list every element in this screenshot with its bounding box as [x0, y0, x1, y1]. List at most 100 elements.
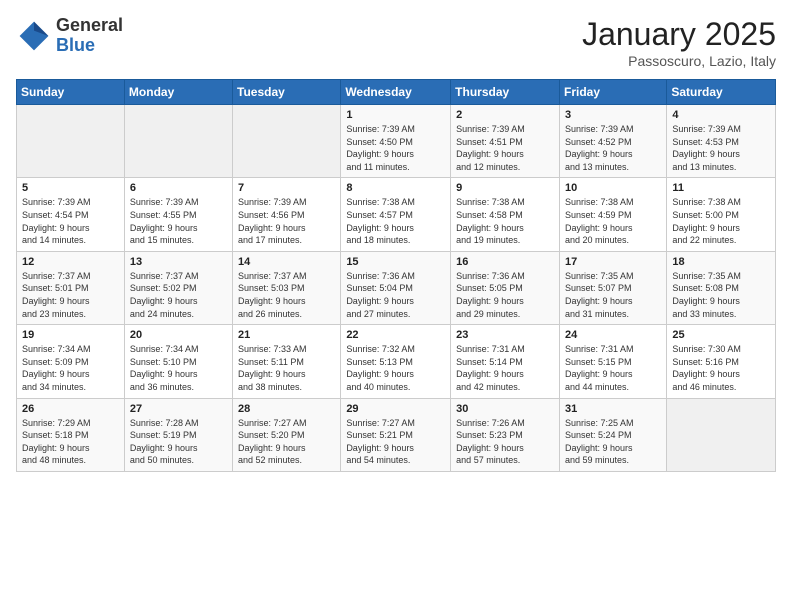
- day-number: 27: [130, 403, 227, 415]
- day-info: Sunrise: 7:38 AMSunset: 4:58 PMDaylight:…: [456, 196, 554, 246]
- table-row: 28 Sunrise: 7:27 AMSunset: 5:20 PMDayligh…: [233, 398, 341, 471]
- day-info: Sunrise: 7:34 AMSunset: 5:10 PMDaylight:…: [130, 343, 227, 393]
- day-info: Sunrise: 7:35 AMSunset: 5:07 PMDaylight:…: [565, 270, 661, 320]
- day-number: 7: [238, 182, 335, 194]
- day-info: Sunrise: 7:38 AMSunset: 4:59 PMDaylight:…: [565, 196, 661, 246]
- day-number: 14: [238, 256, 335, 268]
- table-row: 7 Sunrise: 7:39 AMSunset: 4:56 PMDaylight…: [233, 178, 341, 251]
- day-info: Sunrise: 7:39 AMSunset: 4:53 PMDaylight:…: [672, 123, 770, 173]
- table-row: 2 Sunrise: 7:39 AMSunset: 4:51 PMDaylight…: [451, 105, 560, 178]
- day-info: Sunrise: 7:35 AMSunset: 5:08 PMDaylight:…: [672, 270, 770, 320]
- day-number: 12: [22, 256, 119, 268]
- day-info: Sunrise: 7:39 AMSunset: 4:55 PMDaylight:…: [130, 196, 227, 246]
- calendar-subtitle: Passoscuro, Lazio, Italy: [582, 53, 776, 69]
- day-number: 28: [238, 403, 335, 415]
- table-row: 18 Sunrise: 7:35 AMSunset: 5:08 PMDayligh…: [667, 251, 776, 324]
- day-number: 1: [346, 109, 445, 121]
- day-info: Sunrise: 7:39 AMSunset: 4:52 PMDaylight:…: [565, 123, 661, 173]
- header-tuesday: Tuesday: [233, 80, 341, 105]
- day-number: 15: [346, 256, 445, 268]
- calendar-week-row: 12Sunrise: 7:37 AMSunset: 5:01 PMDayligh…: [17, 251, 776, 324]
- table-row: 5 Sunrise: 7:39 AMSunset: 4:54 PMDaylight…: [17, 178, 125, 251]
- day-number: 2: [456, 109, 554, 121]
- table-row: 24 Sunrise: 7:31 AMSunset: 5:15 PMDayligh…: [559, 325, 666, 398]
- day-info: Sunrise: 7:30 AMSunset: 5:16 PMDaylight:…: [672, 343, 770, 393]
- table-row: 10 Sunrise: 7:38 AMSunset: 4:59 PMDayligh…: [559, 178, 666, 251]
- day-number: 9: [456, 182, 554, 194]
- day-info: Sunrise: 7:39 AMSunset: 4:56 PMDaylight:…: [238, 196, 335, 246]
- table-row: 3 Sunrise: 7:39 AMSunset: 4:52 PMDaylight…: [559, 105, 666, 178]
- table-row: 20Sunrise: 7:34 AMSunset: 5:10 PMDayligh…: [124, 325, 232, 398]
- day-info: Sunrise: 7:37 AMSunset: 5:03 PMDaylight:…: [238, 270, 335, 320]
- day-info: Sunrise: 7:36 AMSunset: 5:05 PMDaylight:…: [456, 270, 554, 320]
- table-row: 4 Sunrise: 7:39 AMSunset: 4:53 PMDaylight…: [667, 105, 776, 178]
- table-row: 16 Sunrise: 7:36 AMSunset: 5:05 PMDayligh…: [451, 251, 560, 324]
- day-info: Sunrise: 7:39 AMSunset: 4:51 PMDaylight:…: [456, 123, 554, 173]
- day-info: Sunrise: 7:32 AMSunset: 5:13 PMDaylight:…: [346, 343, 445, 393]
- logo: General Blue: [16, 16, 123, 56]
- header-sunday: Sunday: [17, 80, 125, 105]
- table-row: 17 Sunrise: 7:35 AMSunset: 5:07 PMDayligh…: [559, 251, 666, 324]
- day-info: Sunrise: 7:37 AMSunset: 5:02 PMDaylight:…: [130, 270, 227, 320]
- table-row: 15 Sunrise: 7:36 AMSunset: 5:04 PMDayligh…: [341, 251, 451, 324]
- day-info: Sunrise: 7:27 AMSunset: 5:20 PMDaylight:…: [238, 417, 335, 467]
- header-monday: Monday: [124, 80, 232, 105]
- table-row: 14 Sunrise: 7:37 AMSunset: 5:03 PMDayligh…: [233, 251, 341, 324]
- table-row: 21Sunrise: 7:33 AMSunset: 5:11 PMDayligh…: [233, 325, 341, 398]
- day-number: 19: [22, 329, 119, 341]
- day-number: 26: [22, 403, 119, 415]
- header-saturday: Saturday: [667, 80, 776, 105]
- day-info: Sunrise: 7:39 AMSunset: 4:50 PMDaylight:…: [346, 123, 445, 173]
- day-number: 6: [130, 182, 227, 194]
- table-row: 12Sunrise: 7:37 AMSunset: 5:01 PMDayligh…: [17, 251, 125, 324]
- table-row: 13 Sunrise: 7:37 AMSunset: 5:02 PMDayligh…: [124, 251, 232, 324]
- table-row: 19 Sunrise: 7:34 AMSunset: 5:09 PMDayligh…: [17, 325, 125, 398]
- calendar-week-row: 26Sunrise: 7:29 AMSunset: 5:18 PMDayligh…: [17, 398, 776, 471]
- table-row: [17, 105, 125, 178]
- table-row: [124, 105, 232, 178]
- day-number: 3: [565, 109, 661, 121]
- day-number: 30: [456, 403, 554, 415]
- day-number: 23: [456, 329, 554, 341]
- table-row: 6 Sunrise: 7:39 AMSunset: 4:55 PMDaylight…: [124, 178, 232, 251]
- day-number: 8: [346, 182, 445, 194]
- day-number: 10: [565, 182, 661, 194]
- day-info: Sunrise: 7:38 AMSunset: 4:57 PMDaylight:…: [346, 196, 445, 246]
- day-number: 24: [565, 329, 661, 341]
- table-row: [667, 398, 776, 471]
- page: General Blue January 2025 Passoscuro, La…: [0, 0, 792, 612]
- day-info: Sunrise: 7:27 AMSunset: 5:21 PMDaylight:…: [346, 417, 445, 467]
- header-thursday: Thursday: [451, 80, 560, 105]
- logo-general-text: General: [56, 16, 123, 36]
- table-row: 1 Sunrise: 7:39 AMSunset: 4:50 PMDaylight…: [341, 105, 451, 178]
- table-row: 26Sunrise: 7:29 AMSunset: 5:18 PMDayligh…: [17, 398, 125, 471]
- day-info: Sunrise: 7:39 AMSunset: 4:54 PMDaylight:…: [22, 196, 119, 246]
- day-info: Sunrise: 7:31 AMSunset: 5:14 PMDaylight:…: [456, 343, 554, 393]
- table-row: 9 Sunrise: 7:38 AMSunset: 4:58 PMDaylight…: [451, 178, 560, 251]
- day-number: 18: [672, 256, 770, 268]
- calendar-title: January 2025: [582, 16, 776, 53]
- logo-blue-text: Blue: [56, 36, 123, 56]
- header-wednesday: Wednesday: [341, 80, 451, 105]
- calendar-header-row: Sunday Monday Tuesday Wednesday Thursday…: [17, 80, 776, 105]
- day-info: Sunrise: 7:34 AMSunset: 5:09 PMDaylight:…: [22, 343, 119, 393]
- table-row: 31Sunrise: 7:25 AMSunset: 5:24 PMDayligh…: [559, 398, 666, 471]
- day-number: 11: [672, 182, 770, 194]
- calendar-week-row: 5 Sunrise: 7:39 AMSunset: 4:54 PMDaylight…: [17, 178, 776, 251]
- day-number: 5: [22, 182, 119, 194]
- calendar-week-row: 19 Sunrise: 7:34 AMSunset: 5:09 PMDayligh…: [17, 325, 776, 398]
- table-row: 29 Sunrise: 7:27 AMSunset: 5:21 PMDayligh…: [341, 398, 451, 471]
- day-number: 29: [346, 403, 445, 415]
- day-info: Sunrise: 7:31 AMSunset: 5:15 PMDaylight:…: [565, 343, 661, 393]
- day-info: Sunrise: 7:26 AMSunset: 5:23 PMDaylight:…: [456, 417, 554, 467]
- day-number: 25: [672, 329, 770, 341]
- day-info: Sunrise: 7:33 AMSunset: 5:11 PMDaylight:…: [238, 343, 335, 393]
- header-friday: Friday: [559, 80, 666, 105]
- day-number: 16: [456, 256, 554, 268]
- day-number: 17: [565, 256, 661, 268]
- day-number: 13: [130, 256, 227, 268]
- day-info: Sunrise: 7:36 AMSunset: 5:04 PMDaylight:…: [346, 270, 445, 320]
- day-number: 4: [672, 109, 770, 121]
- table-row: 25 Sunrise: 7:30 AMSunset: 5:16 PMDayligh…: [667, 325, 776, 398]
- day-info: Sunrise: 7:25 AMSunset: 5:24 PMDaylight:…: [565, 417, 661, 467]
